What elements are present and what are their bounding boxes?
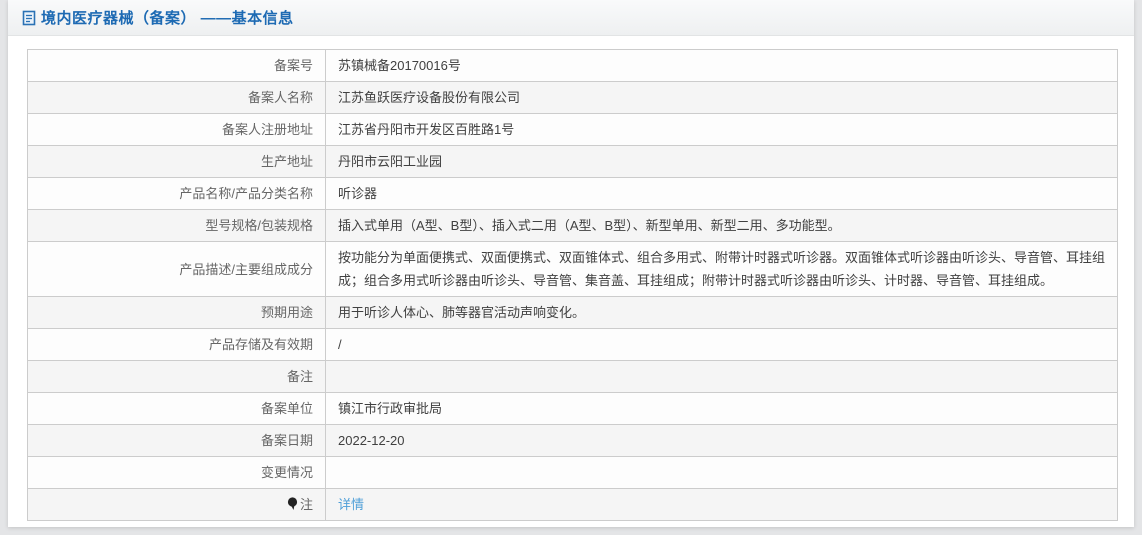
table-row: 备案单位 镇江市行政审批局 xyxy=(27,392,1118,425)
row-label-text: 预期用途 xyxy=(260,305,313,320)
row-label: 预期用途 xyxy=(27,296,326,329)
row-label: 生产地址 xyxy=(27,145,326,178)
row-value: 丹阳市云阳工业园 xyxy=(325,145,1118,178)
page-title: 境内医疗器械（备案） ——基本信息 xyxy=(41,10,294,27)
row-value: 镇江市行政审批局 xyxy=(325,392,1118,425)
row-label: 产品存储及有效期 xyxy=(27,328,326,361)
row-value: 江苏省丹阳市开发区百胜路1号 xyxy=(325,113,1118,146)
table-row: 注 详情 xyxy=(27,488,1118,521)
row-label: 变更情况 xyxy=(27,456,326,489)
row-value xyxy=(325,456,1118,489)
table-row: 备案人名称 江苏鱼跃医疗设备股份有限公司 xyxy=(27,81,1118,114)
table-row: 产品描述/主要组成成分 按功能分为单面便携式、双面便携式、双面锥体式、组合多用式… xyxy=(27,241,1118,297)
row-value: 按功能分为单面便携式、双面便携式、双面锥体式、组合多用式、附带计时器式听诊器。双… xyxy=(325,241,1118,297)
row-value: 用于听诊人体心、肺等器官活动声响变化。 xyxy=(325,296,1118,329)
row-value: 苏镇械备20170016号 xyxy=(325,49,1118,82)
row-label: 备注 xyxy=(27,360,326,393)
row-label-text: 产品描述/主要组成成分 xyxy=(179,261,313,277)
row-value: 插入式单用（A型、B型）、插入式二用（A型、B型）、新型单用、新型二用、多功能型… xyxy=(325,209,1118,242)
row-label-text: 产品存储及有效期 xyxy=(208,337,313,352)
document-icon xyxy=(22,10,36,26)
row-label: 注 xyxy=(27,488,326,521)
row-label-text: 备案人名称 xyxy=(247,90,313,105)
table-row: 型号规格/包装规格 插入式单用（A型、B型）、插入式二用（A型、B型）、新型单用… xyxy=(27,209,1118,242)
row-label-text: 备案人注册地址 xyxy=(221,122,313,137)
row-label-text: 型号规格/包装规格 xyxy=(205,218,313,233)
row-label: 备案日期 xyxy=(27,424,326,457)
row-label: 备案号 xyxy=(27,49,326,82)
table-row: 备注 xyxy=(27,360,1118,393)
row-label-text: 备案日期 xyxy=(260,433,313,448)
row-label-text: 变更情况 xyxy=(260,465,313,480)
row-value xyxy=(325,360,1118,393)
row-label-text: 生产地址 xyxy=(260,154,313,169)
row-label-text: 注 xyxy=(299,497,313,512)
info-table-body: 备案号 苏镇械备20170016号 备案人名称 江苏鱼跃医疗设备股份有限公司 备… xyxy=(27,49,1118,521)
row-label: 产品描述/主要组成成分 xyxy=(27,241,326,297)
row-label: 产品名称/产品分类名称 xyxy=(27,177,326,210)
table-row: 预期用途 用于听诊人体心、肺等器官活动声响变化。 xyxy=(27,296,1118,329)
table-row: 产品存储及有效期 / xyxy=(27,328,1118,361)
section-header: 境内医疗器械（备案） ——基本信息 xyxy=(8,0,1134,36)
table-row: 变更情况 xyxy=(27,456,1118,489)
row-label: 型号规格/包装规格 xyxy=(27,209,326,242)
table-row: 备案人注册地址 江苏省丹阳市开发区百胜路1号 xyxy=(27,113,1118,146)
info-table: 备案号 苏镇械备20170016号 备案人名称 江苏鱼跃医疗设备股份有限公司 备… xyxy=(27,49,1118,521)
row-value: / xyxy=(325,328,1118,361)
note-pin-icon xyxy=(287,497,298,511)
row-label: 备案人注册地址 xyxy=(27,113,326,146)
row-label-text: 备案号 xyxy=(273,58,313,73)
row-label-text: 产品名称/产品分类名称 xyxy=(179,186,313,201)
content-card: 境内医疗器械（备案） ——基本信息 备案号 苏镇械备20170016号 备案人名… xyxy=(8,0,1134,527)
row-label-text: 备注 xyxy=(286,369,313,384)
row-label: 备案单位 xyxy=(27,392,326,425)
table-row: 备案日期 2022-12-20 xyxy=(27,424,1118,457)
row-value: 详情 xyxy=(325,488,1118,521)
row-label-text: 备案单位 xyxy=(260,401,313,416)
row-label: 备案人名称 xyxy=(27,81,326,114)
table-row: 生产地址 丹阳市云阳工业园 xyxy=(27,145,1118,178)
row-value: 2022-12-20 xyxy=(325,424,1118,457)
table-row: 产品名称/产品分类名称 听诊器 xyxy=(27,177,1118,210)
table-row: 备案号 苏镇械备20170016号 xyxy=(27,49,1118,82)
row-value: 听诊器 xyxy=(325,177,1118,210)
row-value: 江苏鱼跃医疗设备股份有限公司 xyxy=(325,81,1118,114)
details-link[interactable]: 详情 xyxy=(338,497,364,512)
